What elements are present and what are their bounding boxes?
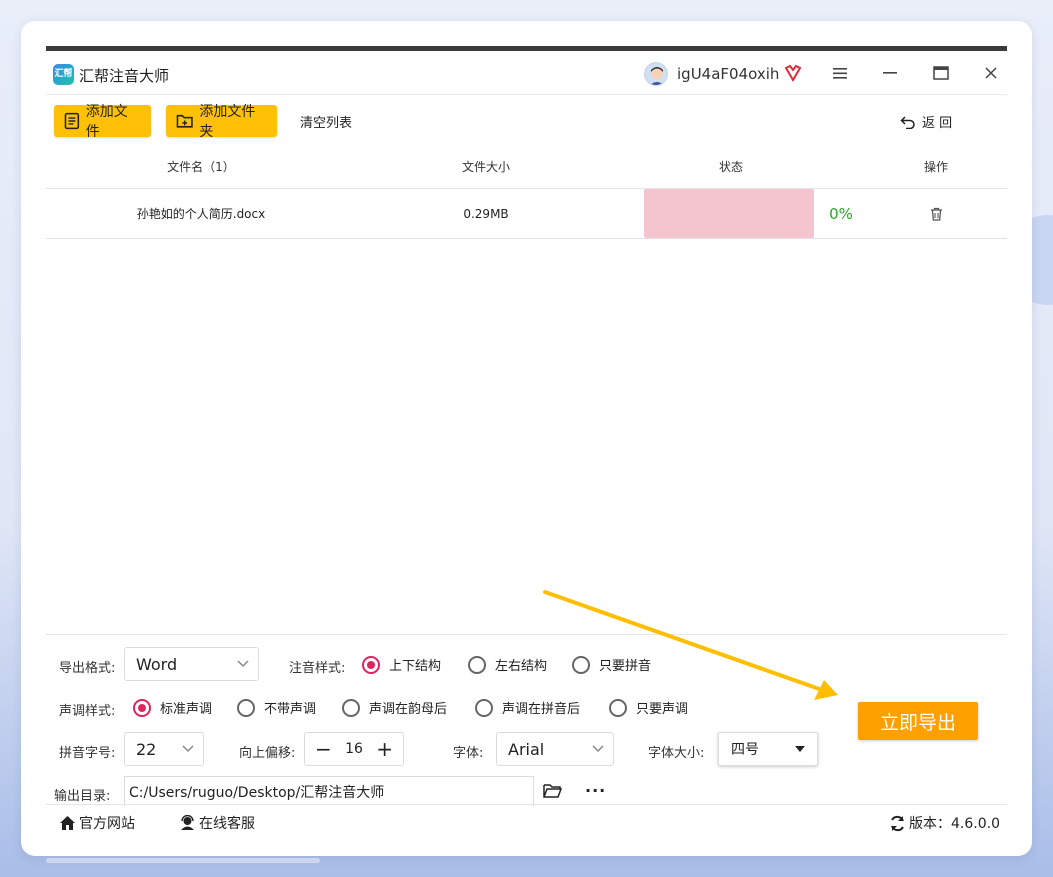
- online-support-link[interactable]: 在线客服: [179, 813, 255, 833]
- user-avatar[interactable]: [644, 62, 668, 86]
- file-name: 孙艳如的个人简历.docx: [136, 207, 266, 221]
- export-format-select[interactable]: Word: [124, 647, 259, 681]
- tone-style-radio-label: 声调在拼音后: [502, 702, 581, 717]
- headset-icon: [181, 815, 194, 830]
- radio-circle-icon[interactable]: [609, 698, 627, 717]
- annot-style-radio-1[interactable]: 左右结构: [468, 655, 547, 674]
- add-file-button[interactable]: 添加文件: [54, 104, 151, 140]
- back-label: 返 回: [922, 116, 953, 131]
- minus-icon[interactable]: −: [315, 737, 332, 761]
- menu-icon[interactable]: [828, 61, 852, 85]
- radio-circle-icon[interactable]: [572, 655, 590, 674]
- font-label: 字体:: [453, 746, 484, 761]
- app-window: 汇帮 汇帮注音大师 igU4aF04oxih 添加文件 添加文件夹 清空列表 返…: [46, 46, 1007, 833]
- toolbar: 添加文件 添加文件夹 清空列表 返 回: [46, 95, 1007, 145]
- tone-style-radio-2[interactable]: 声调在韵母后: [342, 698, 447, 717]
- radio-circle-icon[interactable]: [133, 698, 151, 717]
- pinyin-size-label: 拼音字号:: [59, 746, 116, 761]
- tone-style-radio-label: 不带声调: [264, 702, 317, 717]
- offset-value: 16: [345, 741, 363, 757]
- tone-style-label: 声调样式:: [59, 704, 116, 719]
- file-table-header: 文件名（1） 文件大小 状态 操作: [46, 145, 1007, 189]
- app-title: 汇帮注音大师: [79, 67, 170, 85]
- font-size-label: 字体大小:: [648, 746, 705, 761]
- more-options-icon[interactable]: ···: [585, 781, 606, 800]
- radio-circle-icon[interactable]: [342, 698, 360, 717]
- font-value: Arial: [508, 739, 545, 759]
- annot-style-label: 注音样式:: [289, 661, 346, 676]
- close-icon[interactable]: [979, 61, 1003, 85]
- trash-icon[interactable]: [926, 189, 946, 238]
- font-size-value: 四号: [731, 742, 759, 758]
- font-size-select[interactable]: 四号: [718, 732, 818, 766]
- back-button[interactable]: 返 回: [900, 112, 952, 131]
- file-size: 0.29MB: [463, 206, 509, 221]
- version-label: 版本：4.6.0.0: [909, 816, 1000, 832]
- add-folder-button[interactable]: 添加文件夹: [166, 104, 277, 140]
- status-bar: 官方网站 在线客服 版本：4.6.0.0: [46, 804, 1007, 838]
- file-icon: [64, 112, 80, 130]
- offset-stepper[interactable]: − 16 +: [304, 732, 404, 766]
- output-dir-label: 输出目录:: [54, 789, 111, 804]
- clear-list-button[interactable]: 清空列表: [300, 112, 352, 131]
- output-path-input[interactable]: C:/Users/ruguo/Desktop/汇帮注音大师: [124, 776, 534, 806]
- minimize-icon[interactable]: [878, 61, 902, 85]
- official-website-link[interactable]: 官方网站: [59, 813, 135, 833]
- pinyin-size-value: 22: [136, 739, 157, 759]
- refresh-icon: [891, 815, 904, 831]
- annot-style-radio-0[interactable]: 上下结构: [362, 655, 441, 674]
- add-folder-label: 添加文件夹: [199, 104, 256, 140]
- column-header-filename[interactable]: 文件名（1）: [46, 145, 356, 188]
- table-row[interactable]: 孙艳如的个人简历.docx 0.29MB 0%: [46, 189, 1007, 239]
- title-bar: 汇帮 汇帮注音大师 igU4aF04oxih: [46, 51, 1007, 95]
- maximize-icon[interactable]: [929, 61, 953, 85]
- progress-bar: [644, 189, 814, 238]
- online-support-label: 在线客服: [199, 816, 255, 832]
- version-info[interactable]: 版本：4.6.0.0: [889, 813, 1000, 833]
- tone-style-radio-1[interactable]: 不带声调: [237, 698, 316, 717]
- tone-style-radio-3[interactable]: 声调在拼音后: [475, 698, 580, 717]
- export-format-label: 导出格式:: [59, 661, 116, 676]
- horizontal-scrollbar[interactable]: [46, 858, 320, 863]
- export-now-button[interactable]: 立即导出: [858, 702, 978, 740]
- add-file-label: 添加文件: [85, 104, 128, 140]
- radio-circle-icon[interactable]: [237, 698, 255, 717]
- progress-percent: 0%: [829, 204, 853, 223]
- chevron-down-icon: [237, 660, 249, 668]
- tone-style-radio-label: 标准声调: [160, 702, 213, 717]
- back-arrow-icon: [900, 115, 915, 129]
- chevron-down-icon: [182, 745, 194, 753]
- output-path-value: C:/Users/ruguo/Desktop/汇帮注音大师: [129, 784, 385, 801]
- settings-panel: 导出格式: Word 注音样式: 上下结构 左右结构 只要拼音 声调样式: 标准声调…: [46, 634, 1007, 806]
- plus-icon[interactable]: +: [376, 737, 393, 761]
- tone-style-radio-label: 声调在韵母后: [369, 702, 448, 717]
- home-icon: [60, 816, 75, 830]
- caret-down-icon: [795, 746, 805, 752]
- vip-heart-icon[interactable]: [784, 64, 802, 82]
- radio-circle-icon[interactable]: [468, 655, 486, 674]
- pinyin-size-select[interactable]: 22: [124, 732, 204, 766]
- annot-style-radio-label: 上下结构: [389, 659, 442, 674]
- annot-style-radio-label: 只要拼音: [599, 659, 652, 674]
- folder-add-icon: [176, 114, 193, 128]
- column-header-action[interactable]: 操作: [896, 145, 976, 188]
- font-select[interactable]: Arial: [496, 732, 614, 766]
- official-website-label: 官方网站: [79, 816, 135, 832]
- tone-style-radio-0[interactable]: 标准声调: [133, 698, 212, 717]
- offset-label: 向上偏移:: [239, 746, 296, 761]
- tone-style-radio-4[interactable]: 只要声调: [609, 698, 688, 717]
- export-format-value: Word: [136, 654, 178, 674]
- radio-circle-icon[interactable]: [362, 655, 380, 674]
- column-header-size[interactable]: 文件大小: [386, 145, 586, 188]
- radio-circle-icon[interactable]: [475, 698, 493, 717]
- app-logo-icon: 汇帮: [53, 64, 74, 85]
- username[interactable]: igU4aF04oxih: [677, 65, 779, 83]
- tone-style-radio-label: 只要声调: [636, 702, 689, 717]
- folder-open-icon[interactable]: [543, 783, 563, 803]
- annot-style-radio-2[interactable]: 只要拼音: [572, 655, 651, 674]
- annot-style-radio-label: 左右结构: [495, 659, 548, 674]
- chevron-down-icon: [592, 745, 604, 753]
- column-header-status[interactable]: 状态: [631, 145, 831, 188]
